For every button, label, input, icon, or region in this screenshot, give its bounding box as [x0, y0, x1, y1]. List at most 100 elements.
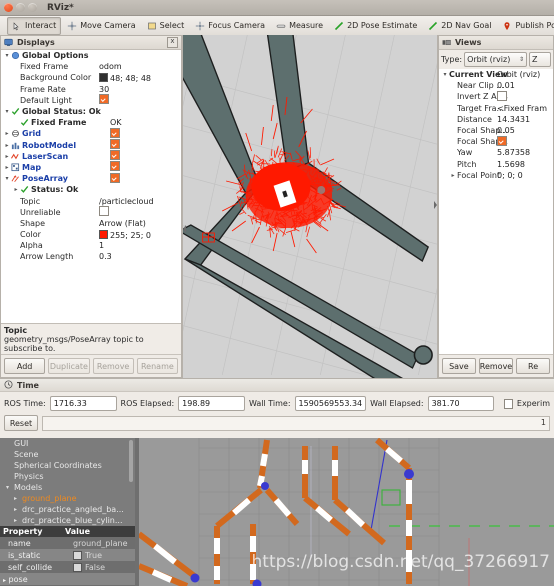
tree-expander-down-icon[interactable]: ▾ — [6, 484, 14, 491]
tree-row[interactable]: Target Fra... <Fixed Fram — [439, 103, 553, 114]
tree-row[interactable]: Alpha 1 — [1, 240, 181, 251]
tool-focus-camera-button[interactable]: Focus Camera — [190, 17, 270, 35]
tree-row[interactable]: Fixed Frame OK — [1, 117, 181, 128]
tree-expander-right-icon[interactable]: ▸ — [3, 153, 11, 160]
tree-expander-right-icon[interactable]: ▸ — [449, 172, 457, 179]
remove-display-button[interactable]: Remove — [92, 358, 134, 374]
tree-expander-down-icon[interactable]: ▾ — [3, 52, 11, 59]
tree-expander-down-icon[interactable]: ▾ — [3, 175, 11, 182]
tool-measure-button[interactable]: Measure — [271, 17, 328, 35]
color-swatch[interactable] — [99, 72, 108, 82]
window-maximize-button[interactable] — [28, 3, 37, 12]
tree-row[interactable]: Frame Rate 30 — [1, 84, 181, 95]
tree-row[interactable]: ▸ Map — [1, 161, 181, 173]
rename-display-button[interactable]: Rename — [136, 358, 178, 374]
add-display-button[interactable]: Add — [4, 358, 46, 374]
tree-row[interactable]: Default Light — [1, 94, 181, 106]
tree-row[interactable]: Pitch 1.5698 — [439, 159, 553, 170]
tree-expander-right-icon[interactable]: ▸ — [12, 186, 20, 193]
tree-row[interactable]: Shape Arrow (Flat) — [1, 218, 181, 229]
remove-view-button[interactable]: Remove — [478, 358, 514, 374]
tree-row[interactable]: ▸ Status: Ok — [1, 184, 181, 195]
tree-row[interactable]: Color 255; 25; 0 — [1, 229, 181, 240]
tool-interact-button[interactable]: Interact — [7, 16, 62, 35]
ros-elapsed-input[interactable]: 198.89 — [178, 396, 245, 411]
tree-row[interactable]: Topic/particlecloud — [1, 195, 181, 206]
tree-row[interactable]: ▾ PoseArray — [1, 172, 181, 184]
tree-expander-right-icon[interactable]: ▸ — [3, 130, 11, 137]
tree-row[interactable]: ▸ LaserScan — [1, 150, 181, 162]
checkbox[interactable] — [110, 161, 120, 172]
tree-row[interactable]: ▸ RobotModel — [1, 139, 181, 151]
save-view-button[interactable]: Save — [442, 358, 476, 374]
tree-row[interactable]: ▸ Focal Point 0; 0; 0 — [439, 170, 553, 181]
viewport-left-handle[interactable] — [183, 224, 187, 234]
tree-expander-down-icon[interactable]: ▾ — [441, 71, 449, 78]
tree-row[interactable]: Distance 14.3431 — [439, 114, 553, 125]
checkbox[interactable] — [99, 94, 109, 105]
window-minimize-button[interactable] — [16, 3, 25, 12]
gazebo-tree-row[interactable]: ▸ drc_practice_angled_ba... — [0, 504, 135, 515]
gazebo-property-row[interactable]: self_collide False — [0, 561, 135, 573]
displays-close-icon[interactable]: x — [167, 37, 178, 48]
viewport-right-handle[interactable] — [433, 200, 437, 210]
tree-expander-right-icon[interactable]: ▸ — [14, 495, 22, 502]
window-close-button[interactable] — [4, 3, 13, 12]
tool-publish-point-button[interactable]: Publish Point — [497, 17, 554, 35]
tree-row[interactable]: Arrow Length 0.3 — [1, 251, 181, 262]
tree-row[interactable]: Focal Shap... 0.05 — [439, 125, 553, 136]
tree-row[interactable]: ▾ Global Status: Ok — [1, 106, 181, 117]
duplicate-display-button[interactable]: Duplicate — [48, 358, 90, 374]
gazebo-property-row[interactable]: is_static True — [0, 549, 135, 561]
checkbox[interactable] — [99, 206, 109, 217]
displays-tree[interactable]: ▾ Global Options Fixed Frame odom Background… — [1, 50, 181, 323]
gazebo-property-row[interactable]: ▸ pose — [0, 573, 135, 585]
tree-row[interactable]: Near Clip ... 0.01 — [439, 80, 553, 91]
tree-expander-right-icon[interactable]: ▸ — [14, 517, 22, 524]
checkbox[interactable] — [110, 172, 120, 183]
ros-time-input[interactable]: 1716.33 — [49, 396, 117, 411]
time-slider[interactable]: 1 — [42, 415, 550, 431]
tree-expander-right-icon[interactable]: ▸ — [3, 577, 6, 584]
gazebo-tree-row[interactable]: Scene — [0, 449, 135, 460]
gazebo-3d-viewport[interactable]: https://blog.csdn.net/qq_37266917 — [139, 438, 554, 586]
experimental-checkbox[interactable] — [504, 398, 513, 409]
tree-row[interactable]: ▾ Current View Orbit (rviz) — [439, 69, 553, 80]
tree-row[interactable]: ▸ Grid — [1, 127, 181, 139]
gazebo-tree-row[interactable]: GUI — [0, 438, 135, 449]
gazebo-tree-row[interactable]: ▸ ground_plane — [0, 493, 135, 504]
gazebo-checkbox[interactable] — [73, 550, 82, 560]
gazebo-tree-row[interactable]: ▸ drc_practice_blue_cylin... — [0, 515, 135, 526]
tree-row[interactable]: Yaw 5.87358 — [439, 147, 553, 158]
checkbox[interactable] — [110, 150, 120, 161]
checkbox[interactable] — [110, 127, 120, 138]
gazebo-checkbox[interactable] — [73, 562, 82, 572]
tree-row[interactable]: Fixed Frame odom — [1, 61, 181, 72]
gazebo-property-row[interactable]: name ground_plane — [0, 537, 135, 549]
tree-expander-right-icon[interactable]: ▸ — [3, 142, 11, 149]
gazebo-tree-row[interactable]: ▾ Models — [0, 482, 135, 493]
tool-select-button[interactable]: Select — [142, 17, 190, 35]
checkbox[interactable] — [497, 135, 507, 146]
tree-row[interactable]: Invert Z Axis — [439, 90, 553, 102]
gazebo-tree-scrollbar[interactable] — [129, 440, 133, 482]
tool-move-camera-button[interactable]: Move Camera — [62, 17, 140, 35]
tree-expander-right-icon[interactable]: ▸ — [14, 506, 22, 513]
view-type-select[interactable]: Orbit (rviz) ⇕ — [464, 52, 527, 67]
gazebo-tree-row[interactable]: Spherical Coordinates — [0, 460, 135, 471]
tree-row[interactable]: Background Color 48; 48; 48 — [1, 72, 181, 83]
tree-expander-down-icon[interactable]: ▾ — [3, 108, 11, 115]
view-zero-button[interactable]: Z — [529, 52, 551, 67]
checkbox[interactable] — [497, 90, 507, 101]
reset-button[interactable]: Reset — [4, 415, 38, 431]
wall-time-input[interactable]: 1590569553.34 — [294, 396, 367, 411]
tree-row[interactable]: Focal Shap... — [439, 135, 553, 147]
gazebo-world-tree[interactable]: GUI Scene Spherical Coordinates Physics ▾ Mod… — [0, 438, 135, 586]
gazebo-tree-row[interactable]: Physics — [0, 471, 135, 482]
views-tree[interactable]: ▾ Current View Orbit (rviz) Near Clip ... 0.… — [439, 69, 553, 354]
rviz-3d-viewport[interactable] — [182, 35, 438, 378]
tool-2d-nav-goal-button[interactable]: 2D Nav Goal — [423, 17, 496, 35]
color-swatch[interactable] — [99, 229, 108, 239]
tool-2d-pose-estimate-button[interactable]: 2D Pose Estimate — [329, 17, 422, 35]
tree-expander-right-icon[interactable]: ▸ — [3, 164, 11, 171]
